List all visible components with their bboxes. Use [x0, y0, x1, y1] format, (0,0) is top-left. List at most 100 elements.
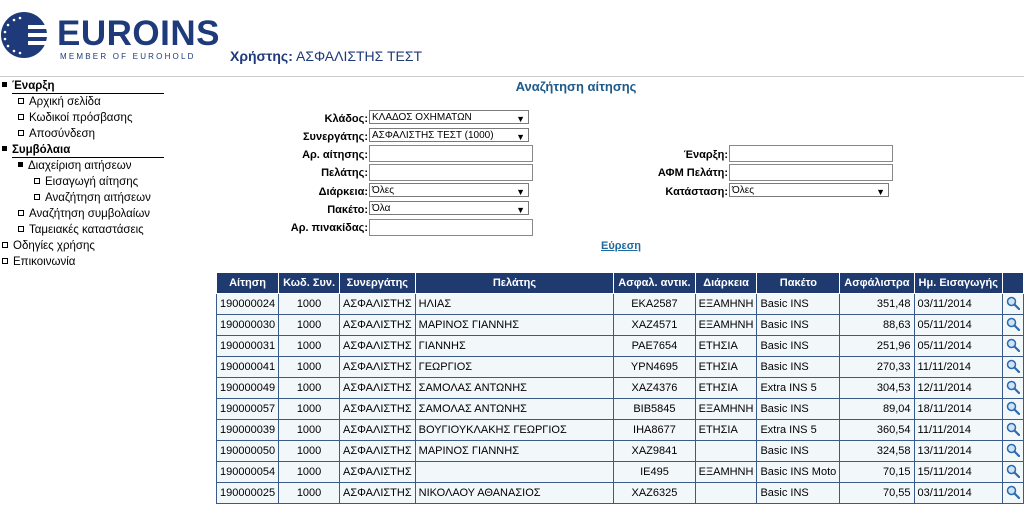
table-row[interactable]: 190000049 1000 ΑΣΦΑΛΙΣΤΗΣ ΣΑΜΟΛΑΣ ΑΝΤΩΝΗΣ ΧΑ…: [215, 377, 1024, 399]
cell-client: ΒΟΥΓΙΟΥΚΛΑΚΗΣ ΓΕΩΡΓΙΟΣ: [414, 419, 615, 441]
cell-insured-object: ΧΑΖ6325: [613, 482, 696, 504]
client-afm-input[interactable]: [729, 164, 893, 181]
package-select-value: Όλα: [372, 203, 391, 214]
magnifier-icon[interactable]: [1006, 485, 1020, 499]
section-divider: [12, 93, 164, 94]
plate-number-input[interactable]: [369, 219, 533, 236]
application-number-input[interactable]: [369, 145, 533, 162]
cell-insured-object: ΧΑΖ4571: [613, 314, 696, 336]
sidebar-item-contact[interactable]: Επικοινωνία: [2, 256, 75, 268]
sidebar-item-home[interactable]: Αρχική σελίδα: [18, 96, 101, 108]
view-details-cell[interactable]: [1001, 419, 1024, 441]
cell-partner-code: 1000: [278, 293, 341, 315]
sidebar-item-label: Διαχείριση αιτήσεων: [28, 160, 132, 172]
view-details-cell[interactable]: [1001, 293, 1024, 315]
sidebar-item-start[interactable]: Έναρξη: [2, 80, 55, 92]
partner-select[interactable]: ΑΣΦΑΛΙΣΤΗΣ ΤΕΣΤ (1000) ▼: [369, 128, 529, 142]
sidebar-item-search-contracts[interactable]: Αναζήτηση συμβολαίων: [18, 208, 150, 220]
table-row[interactable]: 190000025 1000 ΑΣΦΑΛΙΣΤΗΣ ΝΙΚΟΛΑΟΥ ΑΘΑΝΑΣΙΟ…: [215, 482, 1024, 504]
magnifier-icon[interactable]: [1006, 422, 1020, 436]
view-details-cell[interactable]: [1001, 461, 1024, 483]
cell-client: ΜΑΡΙΝΟΣ ΓΙΑΝΝΗΣ: [414, 314, 615, 336]
sidebar-item-search-applications[interactable]: Αναζήτηση αιτήσεων: [34, 192, 151, 204]
column-header[interactable]: Διάρκεια: [694, 272, 758, 294]
table-row[interactable]: 190000041 1000 ΑΣΦΑΛΙΣΤΗΣ ΓΕΩΡΓΙΟΣ ΥΡΝ4695 ΕΤ…: [215, 356, 1024, 378]
table-row[interactable]: 190000057 1000 ΑΣΦΑΛΙΣΤΗΣ ΣΑΜΟΛΑΣ ΑΝΤΩΝΗΣ ΒΙ…: [215, 398, 1024, 420]
magnifier-icon[interactable]: [1006, 464, 1020, 478]
view-details-cell[interactable]: [1001, 377, 1024, 399]
cell-entry-date: 03/11/2014: [913, 482, 1003, 504]
cell-application-number: 190000039: [215, 419, 280, 441]
table-row[interactable]: 190000039 1000 ΑΣΦΑΛΙΣΤΗΣ ΒΟΥΓΙΟΥΚΛΑΚΗΣ ΓΕΩ…: [215, 419, 1024, 441]
brand-subtitle: MEMBER OF EUROHOLD: [60, 52, 196, 61]
sidebar-item-user-guide[interactable]: Οδηγίες χρήσης: [2, 240, 95, 252]
magnifier-icon[interactable]: [1006, 401, 1020, 415]
cell-premium: 70,15: [839, 461, 915, 483]
view-details-cell[interactable]: [1001, 314, 1024, 336]
sidebar-item-manage-applications[interactable]: Διαχείριση αιτήσεων: [18, 160, 131, 172]
duration-label: Διάρκεια:: [318, 186, 368, 198]
chevron-down-icon: ▼: [516, 187, 525, 197]
magnifier-icon[interactable]: [1006, 443, 1020, 457]
cell-client: ΣΑΜΟΛΑΣ ΑΝΤΩΝΗΣ: [414, 377, 615, 399]
table-row[interactable]: 190000030 1000 ΑΣΦΑΛΙΣΤΗΣ ΜΑΡΙΝΟΣ ΓΙΑΝΝΗΣ ΧΑ…: [215, 314, 1024, 336]
cell-partner-code: 1000: [278, 314, 341, 336]
column-header[interactable]: Συνεργάτης: [339, 272, 416, 294]
bullet-icon: [18, 129, 24, 136]
results-table-body: 190000024 1000 ΑΣΦΑΛΙΣΤΗΣ ΗΛΙΑΣ ΕΚΑ2587 ΕΞΑΜΗ…: [215, 293, 1024, 504]
cell-entry-date: 18/11/2014: [913, 398, 1003, 420]
cell-entry-date: 15/11/2014: [913, 461, 1003, 483]
sidebar-item-label: Οδηγίες χρήσης: [13, 240, 95, 252]
package-select[interactable]: Όλα ▼: [369, 201, 529, 215]
bullet-icon: [18, 225, 24, 232]
cell-application-number: 190000057: [215, 398, 280, 420]
sidebar-item-contracts[interactable]: Συμβόλαια: [2, 144, 70, 156]
table-row[interactable]: 190000024 1000 ΑΣΦΑΛΙΣΤΗΣ ΗΛΙΑΣ ΕΚΑ2587 ΕΞΑΜΗ…: [215, 293, 1024, 315]
column-header[interactable]: Ημ. Εισαγωγής: [913, 272, 1003, 294]
table-row[interactable]: 190000054 1000 ΑΣΦΑΛΙΣΤΗΣ ΙΕ495 ΕΞΑΜΗΝΗ Basic…: [215, 461, 1024, 483]
cell-partner: ΑΣΦΑΛΙΣΤΗΣ: [339, 377, 416, 399]
cell-partner-code: 1000: [278, 440, 341, 462]
duration-select[interactable]: Όλες ▼: [369, 183, 529, 197]
sidebar-item-passwords[interactable]: Κωδικοί πρόσβασης: [18, 112, 133, 124]
view-details-cell[interactable]: [1001, 440, 1024, 462]
view-details-cell[interactable]: [1001, 356, 1024, 378]
magnifier-icon[interactable]: [1006, 359, 1020, 373]
cell-partner-code: 1000: [278, 356, 341, 378]
column-header[interactable]: Πελάτης: [414, 272, 615, 294]
magnifier-icon[interactable]: [1006, 317, 1020, 331]
column-header[interactable]: Αίτηση: [215, 272, 280, 294]
status-label: Κατάσταση:: [665, 186, 728, 198]
column-header[interactable]: Πακέτο: [756, 272, 841, 294]
view-details-cell[interactable]: [1001, 482, 1024, 504]
branch-select[interactable]: ΚΛΑΔΟΣ ΟΧΗΜΑΤΩΝ ▼: [369, 110, 529, 124]
cell-premium: 251,96: [839, 335, 915, 357]
column-header[interactable]: Ασφάλιστρα: [839, 272, 915, 294]
column-header[interactable]: Ασφαλ. αντικ.: [613, 272, 696, 294]
magnifier-icon[interactable]: [1006, 296, 1020, 310]
cell-partner: ΑΣΦΑΛΙΣΤΗΣ: [339, 419, 416, 441]
search-link[interactable]: Εύρεση: [601, 240, 641, 252]
magnifier-icon[interactable]: [1006, 338, 1020, 352]
cell-partner-code: 1000: [278, 419, 341, 441]
cell-insured-object: ΙΕ495: [613, 461, 696, 483]
chevron-down-icon: ▼: [516, 114, 525, 124]
cell-client: ΝΙΚΟΛΑΟΥ ΑΘΑΝΑΣΙΟΣ: [414, 482, 615, 504]
magnifier-icon[interactable]: [1006, 380, 1020, 394]
sidebar-item-insert-application[interactable]: Εισαγωγή αίτησης: [34, 176, 138, 188]
section-divider: [12, 157, 164, 158]
sidebar-item-logout[interactable]: Αποσύνδεση: [18, 128, 95, 140]
table-row[interactable]: 190000031 1000 ΑΣΦΑΛΙΣΤΗΣ ΓΙΑΝΝΗΣ ΡΑΕ7654 ΕΤΗ…: [215, 335, 1024, 357]
cell-entry-date: 12/11/2014: [913, 377, 1003, 399]
start-date-input[interactable]: [729, 145, 893, 162]
client-input[interactable]: [369, 164, 533, 181]
view-details-cell[interactable]: [1001, 398, 1024, 420]
sidebar-item-label: Αναζήτηση συμβολαίων: [29, 208, 151, 220]
cell-premium: 324,58: [839, 440, 915, 462]
cell-insured-object: ΥΡΝ4695: [613, 356, 696, 378]
sidebar-item-cash-statements[interactable]: Ταμειακές καταστάσεις: [18, 224, 144, 236]
table-row[interactable]: 190000050 1000 ΑΣΦΑΛΙΣΤΗΣ ΜΑΡΙΝΟΣ ΓΙΑΝΝΗΣ ΧΑ…: [215, 440, 1024, 462]
status-select[interactable]: Όλες ▼: [729, 183, 889, 197]
column-header[interactable]: Κωδ. Συν.: [278, 272, 341, 294]
view-details-cell[interactable]: [1001, 335, 1024, 357]
